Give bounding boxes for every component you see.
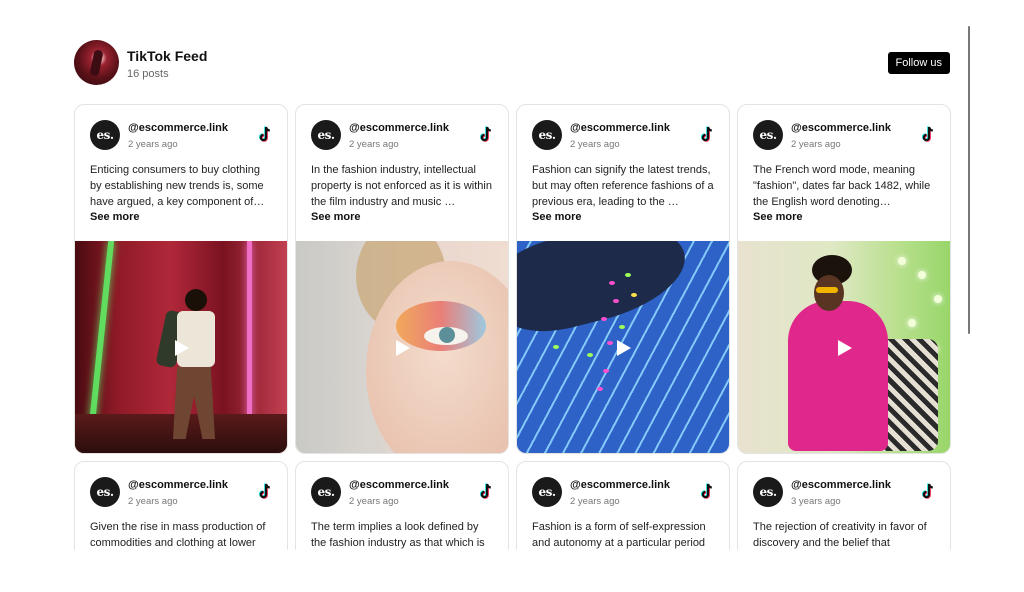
- post-username[interactable]: @escommerce.link: [349, 479, 449, 491]
- post-description: The French word mode, meaning "fashion",…: [753, 164, 931, 208]
- post-card[interactable]: es. @escommerce.link 2 years ago Fashion…: [516, 461, 730, 550]
- dancer-figure: [155, 289, 217, 439]
- play-icon[interactable]: [835, 339, 853, 357]
- post-time: 2 years ago: [570, 139, 620, 150]
- post-time: 2 years ago: [349, 496, 399, 507]
- play-icon[interactable]: [172, 339, 190, 357]
- post-video-thumbnail[interactable]: [296, 241, 508, 453]
- post-header: es. @escommerce.link 2 years ago: [90, 120, 275, 152]
- post-description: Enticing consumers to buy clothing by es…: [90, 164, 264, 208]
- post-description: The term implies a look defined by the f…: [311, 521, 485, 549]
- post-time: 3 years ago: [791, 496, 841, 507]
- post-description: Given the rise in mass production of com…: [90, 521, 266, 549]
- feed-title: TikTok Feed: [127, 48, 208, 64]
- see-more-link[interactable]: See more: [90, 211, 140, 223]
- page-scrollbar[interactable]: [968, 26, 970, 334]
- post-username[interactable]: @escommerce.link: [570, 479, 670, 491]
- see-more-link[interactable]: See more: [532, 211, 582, 223]
- post-card[interactable]: es. @escommerce.link 2 years ago Fashion…: [516, 104, 730, 454]
- post-time: 2 years ago: [349, 139, 399, 150]
- play-icon[interactable]: [393, 339, 411, 357]
- post-time: 2 years ago: [570, 496, 620, 507]
- es-logo: es.: [311, 120, 341, 150]
- tiktok-icon[interactable]: [257, 126, 273, 144]
- post-header: es. @escommerce.link 2 years ago: [311, 120, 496, 152]
- post-header: es. @escommerce.link 2 years ago: [532, 477, 717, 509]
- post-card[interactable]: es. @escommerce.link 2 years ago Enticin…: [74, 104, 288, 454]
- post-video-thumbnail[interactable]: [75, 241, 287, 453]
- post-header: es. @escommerce.link 2 years ago: [532, 120, 717, 152]
- post-card[interactable]: es. @escommerce.link 2 years ago The Fre…: [737, 104, 951, 454]
- es-logo: es.: [90, 477, 120, 507]
- post-description: Fashion can signify the latest trends, b…: [532, 164, 714, 208]
- es-logo: es.: [753, 120, 783, 150]
- post-description: In the fashion industry, intellectual pr…: [311, 164, 492, 208]
- see-more-link[interactable]: See more: [311, 211, 361, 223]
- post-count: 16 posts: [127, 68, 169, 80]
- es-logo: es.: [311, 477, 341, 507]
- post-header: es. @escommerce.link 2 years ago: [311, 477, 496, 509]
- es-logo: es.: [753, 477, 783, 507]
- post-video-thumbnail[interactable]: [517, 241, 729, 453]
- post-description: Fashion is a form of self-expression and…: [532, 521, 706, 549]
- post-card[interactable]: es. @escommerce.link 2 years ago Given t…: [74, 461, 288, 550]
- es-logo: es.: [532, 477, 562, 507]
- es-logo: es.: [90, 120, 120, 150]
- post-username[interactable]: @escommerce.link: [570, 122, 670, 134]
- post-username[interactable]: @escommerce.link: [349, 122, 449, 134]
- post-username[interactable]: @escommerce.link: [128, 479, 228, 491]
- post-username[interactable]: @escommerce.link: [128, 122, 228, 134]
- tiktok-icon[interactable]: [920, 126, 936, 144]
- es-logo: es.: [532, 120, 562, 150]
- post-header: es. @escommerce.link 2 years ago: [90, 477, 275, 509]
- post-video-thumbnail[interactable]: [738, 241, 950, 453]
- post-time: 2 years ago: [791, 139, 841, 150]
- pink-suit: [788, 301, 888, 451]
- see-more-link[interactable]: See more: [753, 211, 803, 223]
- follow-button[interactable]: Follow us: [887, 52, 950, 74]
- post-username[interactable]: @escommerce.link: [791, 479, 891, 491]
- tiktok-icon[interactable]: [699, 126, 715, 144]
- tiktok-icon[interactable]: [478, 483, 494, 501]
- tiktok-icon[interactable]: [920, 483, 936, 501]
- post-card[interactable]: es. @escommerce.link 2 years ago The ter…: [295, 461, 509, 550]
- tiktok-icon[interactable]: [699, 483, 715, 501]
- post-description: The rejection of creativity in favor of …: [753, 521, 927, 549]
- post-time: 2 years ago: [128, 139, 178, 150]
- post-card[interactable]: es. @escommerce.link 2 years ago In the …: [295, 104, 509, 454]
- post-time: 2 years ago: [128, 496, 178, 507]
- tiktok-icon[interactable]: [478, 126, 494, 144]
- feed-header: TikTok Feed 16 posts Follow us: [74, 40, 950, 86]
- post-username[interactable]: @escommerce.link: [791, 122, 891, 134]
- post-card[interactable]: es. @escommerce.link 3 years ago The rej…: [737, 461, 951, 550]
- post-header: es. @escommerce.link 3 years ago: [753, 477, 938, 509]
- posts-grid: es. @escommerce.link 2 years ago Enticin…: [74, 104, 952, 550]
- play-icon[interactable]: [614, 339, 632, 357]
- tiktok-icon[interactable]: [257, 483, 273, 501]
- post-header: es. @escommerce.link 2 years ago: [753, 120, 938, 152]
- profile-avatar[interactable]: [74, 40, 119, 85]
